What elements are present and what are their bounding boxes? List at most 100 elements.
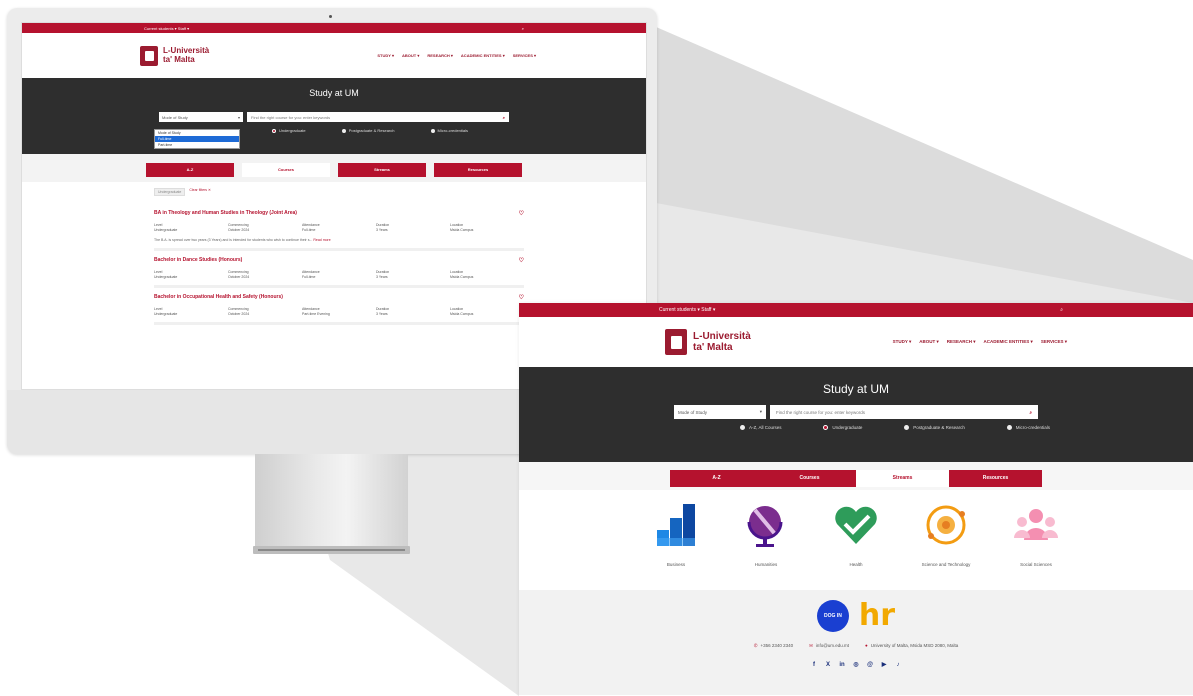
level-radios: A-Z, All Courses Undergraduate Postgradu… [740,425,1050,430]
nav-services[interactable]: SERVICES ▾ [513,53,536,58]
main-nav: STUDY ▾ ABOUT ▾ RESEARCH ▾ ACADEMIC ENTI… [893,339,1067,345]
top-bar: Current students ▾ Staff ▾ ⌕ [519,303,1193,317]
logo[interactable]: L-Università ta' Malta [140,45,209,66]
social-links: f X in ◎ @ ▶ ♪ [519,661,1193,670]
tab-resources[interactable]: Resources [949,470,1042,487]
tab-streams[interactable]: Streams [856,470,949,487]
hero-title: Study at UM [822,382,890,396]
tab-courses[interactable]: Courses [763,470,856,487]
search-icon[interactable]: ⌕ [503,115,505,120]
hero-title: Study at UM [309,88,359,98]
hero: Study at UM Mode of Study ▾ Find the righ… [519,367,1193,462]
tab-bar: A-Z Courses Streams Resources [22,154,646,182]
nav-study[interactable]: STUDY ▾ [377,53,394,58]
course-description: The B.A. is spread over two years (3 Yea… [154,238,313,242]
chevron-down-icon: ▾ [237,114,240,120]
top-links[interactable]: Current students ▾ Staff ▾ [144,26,189,31]
nav-services[interactable]: SERVICES ▾ [1041,339,1067,345]
tab-resources[interactable]: Resources [434,163,522,177]
search-icon[interactable]: ⌕ [1060,307,1063,313]
dropdown-option[interactable]: Part-time [155,142,239,148]
radio-undergraduate[interactable]: Undergraduate [823,425,862,430]
phone: +356 2340 2340 [760,643,794,648]
x-icon[interactable]: X [824,661,833,670]
nav-academic-entities[interactable]: ACADEMIC ENTITIES ▾ [984,339,1033,345]
stream-humanities[interactable]: Humanities [735,500,797,590]
tab-bar: A-Z Courses Streams Resources [519,462,1193,490]
youtube-icon[interactable]: ▶ [880,661,889,670]
nav-study[interactable]: STUDY ▾ [893,339,912,345]
heart-check-icon [835,506,877,544]
threads-icon[interactable]: @ [866,661,875,670]
facebook-icon[interactable]: f [810,661,819,670]
heart-icon[interactable]: ♡ [519,294,524,301]
course-title[interactable]: Bachelor in Occupational Health and Safe… [154,294,283,301]
radio-undergraduate[interactable]: Undergraduate [271,128,306,133]
tab-courses[interactable]: Courses [242,163,330,177]
radio-postgraduate[interactable]: Postgraduate & Research [341,128,395,133]
tiktok-icon[interactable]: ♪ [894,661,903,670]
crest-icon [140,45,158,66]
site-header: L-Università ta' Malta STUDY ▾ ABOUT ▾ R… [22,33,646,78]
hr-excellence-logo[interactable]: hr [859,600,895,632]
footer: DOG IN hr ✆ +356 2340 2340 ✉ info@um.edu.m… [519,590,1193,695]
nav-research[interactable]: RESEARCH ▾ [947,339,976,345]
logo[interactable]: L-Università ta' Malta [665,329,751,355]
nav-research[interactable]: RESEARCH ▾ [427,53,453,58]
course-title[interactable]: BA in Theology and Human Studies in Theo… [154,210,297,217]
mode-select[interactable]: Mode of Study ▾ [159,112,243,122]
stream-health[interactable]: Health [825,500,887,590]
tab-a-z[interactable]: A-Z [670,470,763,487]
accreditation-badge[interactable]: DOG IN [816,600,849,632]
course-search-input[interactable]: Find the right course for you: enter key… [247,112,509,122]
stream-label: Science and Technology [921,562,971,567]
top-links[interactable]: Current students ▾ Staff ▾ [659,307,715,313]
radio-all[interactable]: A-Z, All Courses [740,425,782,430]
top-bar: Current students ▾ Staff ▾ ⌕ [22,23,646,33]
nav-academic-entities[interactable]: ACADEMIC ENTITIES ▾ [461,53,505,58]
stream-label: Social Sciences [1020,562,1052,567]
email: info@um.edu.mt [815,643,850,648]
level-radios: A-Z, All Courses Undergraduate Postgradu… [200,128,468,133]
nav-about[interactable]: ABOUT ▾ [919,339,939,345]
heart-icon[interactable]: ♡ [519,210,524,217]
instagram-icon[interactable]: ◎ [852,661,861,670]
radio-micro[interactable]: Micro-credentials [430,128,468,133]
tab-a-z[interactable]: A-Z [146,163,234,177]
stream-business[interactable]: Business [645,500,707,590]
contact-info: ✆ +356 2340 2340 ✉ info@um.edu.mt ● Univers… [519,643,1193,649]
heart-icon[interactable]: ♡ [519,257,524,264]
stream-science[interactable]: Science and Technology [915,500,977,590]
promo-composition: Current students ▾ Staff ▾ ⌕ L-Universit… [0,0,1193,696]
stream-label: Humanities [754,562,778,567]
mail-icon: ✉ [809,643,813,648]
tab-streams[interactable]: Streams [338,163,426,177]
course-card: Bachelor in Dance Studies (Honours) ♡ Lev… [154,251,524,288]
mode-select[interactable]: Mode of Study ▾ [674,405,766,419]
logo-line2: ta' Malta [163,54,195,64]
atom-icon [926,505,966,545]
linkedin-icon[interactable]: in [838,661,847,670]
nav-about[interactable]: ABOUT ▾ [402,53,419,58]
site-header: L-Università ta' Malta STUDY ▾ ABOUT ▾ R… [519,317,1193,367]
course-search-input[interactable]: Find the right course for you: enter key… [770,405,1038,419]
clear-filters-link[interactable]: Clear filters ✕ [189,188,211,196]
zoomed-page-panel: Current students ▾ Staff ▾ ⌕ L-Universit… [519,303,1193,696]
logo-line2: ta' Malta [693,342,733,353]
people-icon [1014,509,1058,540]
course-title[interactable]: Bachelor in Dance Studies (Honours) [154,257,242,264]
mode-dropdown: Mode of Study Full-time Part-time [154,129,240,149]
course-card: BA in Theology and Human Studies in Theo… [154,204,524,251]
logo-line1: L-Università [693,331,751,342]
main-nav: STUDY ▾ ABOUT ▾ RESEARCH ▾ ACADEMIC ENTI… [377,53,536,58]
read-more-link[interactable]: Read more [313,238,330,242]
search-icon[interactable]: ⌕ [1029,410,1032,415]
search-icon[interactable]: ⌕ [522,26,524,31]
stream-social-sciences[interactable]: Social Sciences [1005,500,1067,590]
phone-icon: ✆ [753,643,758,648]
address: University of Malta, Msida MSD 2080, Mal… [870,643,959,648]
filter-chip[interactable]: Undergraduate [154,188,186,196]
radio-micro[interactable]: Micro-credentials [1006,425,1050,430]
bar-chart-icon [657,504,695,546]
radio-postgraduate[interactable]: Postgraduate & Research [904,425,965,430]
